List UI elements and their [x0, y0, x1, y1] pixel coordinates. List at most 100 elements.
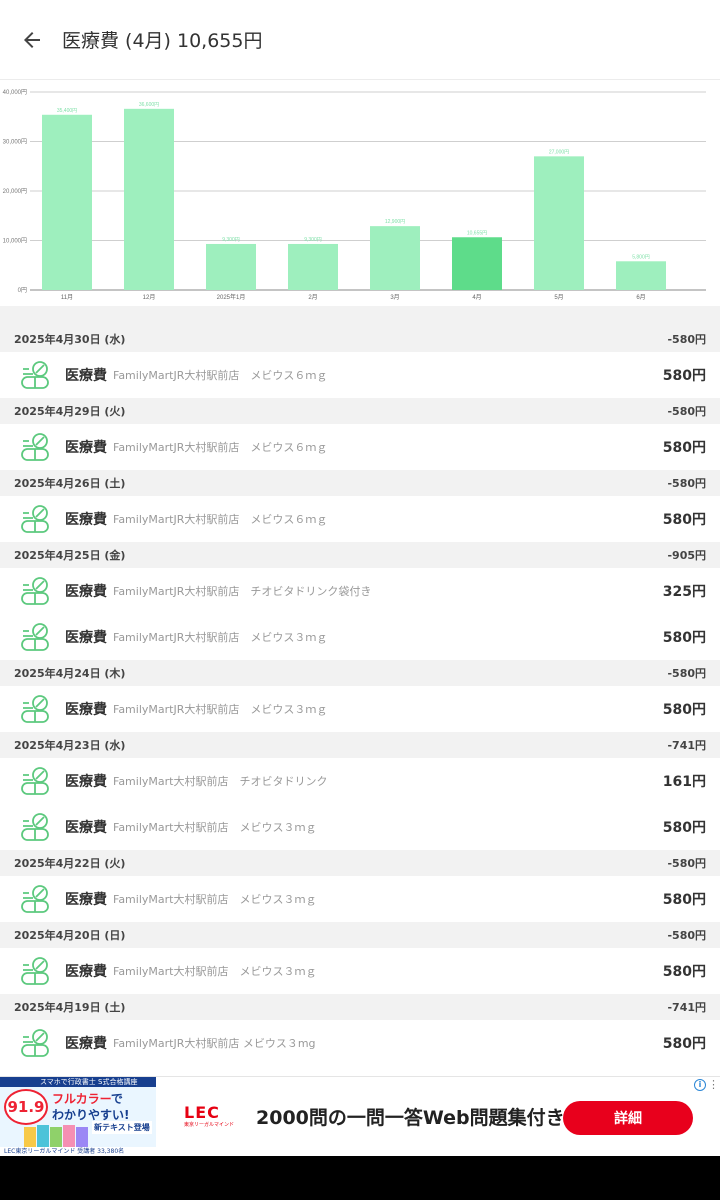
bar-1 — [124, 108, 174, 290]
amount: 580円 — [662, 1036, 706, 1052]
back-button[interactable] — [14, 22, 50, 58]
bar-value-label: 9,300円 — [222, 237, 240, 243]
transaction-row[interactable]: 医療費 FamilyMartJR大村駅前店 メビウス６ｍｇ 580円 — [0, 352, 720, 398]
day-header: 2025年4月20日 (日) -580円 — [0, 922, 720, 948]
system-navigation-bar — [0, 1156, 720, 1200]
day-date: 2025年4月24日 (木) — [14, 667, 126, 680]
pill-icon — [20, 504, 50, 534]
day-date: 2025年4月22日 (火) — [14, 857, 126, 870]
monthly-bar-chart: 0円 10,000円 20,000円 30,000円 40,000円 35,400円 11月… — [0, 80, 720, 306]
info-icon[interactable]: i — [694, 1079, 706, 1091]
transaction-row[interactable]: 医療費 FamilyMartJR大村駅前店 チオビタドリンク袋付き 325円 — [0, 568, 720, 614]
amount: 161円 — [662, 774, 706, 790]
day-header: 2025年4月22日 (火) -580円 — [0, 850, 720, 876]
transaction-row[interactable]: 医療費 FamilyMartJR大村駅前店 メビウス３ｍｇ 580円 — [0, 614, 720, 660]
bar-value-label: 12,900円 — [385, 219, 405, 225]
bar-7 — [616, 261, 666, 290]
bar-6 — [534, 156, 584, 290]
x-tick-label: 5月 — [554, 294, 563, 301]
category-label: 医療費 — [65, 440, 107, 456]
day-total: -580円 — [667, 929, 706, 942]
ad-catch-line2: わかりやすい! — [52, 1108, 130, 1122]
day-header: 2025年4月19日 (土) -741円 — [0, 994, 720, 1020]
ad-textbook-image — [24, 1125, 88, 1147]
category-label: 医療費 — [65, 630, 107, 646]
ad-catch-particle: で — [110, 1092, 123, 1106]
ad-logo-sub: 東京リーガルマインド — [184, 1122, 235, 1128]
ad-logo: LEC 東京リーガルマインド — [184, 1103, 235, 1129]
transaction-row[interactable]: 医療費 FamilyMart大村駅前店 メビウス３ｍｇ 580円 — [0, 948, 720, 994]
transaction-row[interactable]: 医療費 FamilyMartJR大村駅前店 メビウス６ｍｇ 580円 — [0, 424, 720, 470]
ad-thumb-rate: 91.9 — [4, 1089, 48, 1125]
day-header: 2025年4月23日 (水) -741円 — [0, 732, 720, 758]
bar-value-label: 5,800円 — [632, 254, 650, 260]
y-tick-label: 10,000円 — [3, 238, 27, 245]
pill-icon — [20, 432, 50, 462]
bar-value-label: 27,000円 — [549, 149, 569, 155]
y-tick-label: 30,000円 — [3, 139, 27, 146]
category-label: 医療費 — [65, 1036, 107, 1052]
ad-thumb-catch: フルカラーで わかりやすい! — [52, 1091, 129, 1123]
bar-value-label: 10,655円 — [467, 230, 487, 236]
amount: 580円 — [662, 892, 706, 908]
transaction-row[interactable]: 医療費 FamilyMart大村駅前店 チオビタドリンク 161円 — [0, 758, 720, 804]
arrow-left-icon — [24, 31, 40, 48]
day-header: 2025年4月24日 (木) -580円 — [0, 660, 720, 686]
day-header: 2025年4月30日 (水) -580円 — [0, 326, 720, 352]
day-total: -580円 — [667, 405, 706, 418]
day-total: -580円 — [667, 477, 706, 490]
x-tick-label: 12月 — [143, 294, 156, 301]
transaction-row[interactable]: 医療費 FamilyMartJR大村駅前店 メビウス６ｍｇ 580円 — [0, 496, 720, 542]
transaction-row[interactable]: 医療費 FamilyMartJR大村駅前店 メビウス３ｍｇ 580円 — [0, 686, 720, 732]
transaction-row[interactable]: 医療費 FamilyMartJR大村駅前店 メビウス３mg 580円 — [0, 1020, 720, 1066]
transaction-row[interactable]: 医療費 FamilyMart大村駅前店 メビウス３ｍｇ 580円 — [0, 804, 720, 850]
amount: 325円 — [662, 584, 706, 600]
amount: 580円 — [662, 440, 706, 456]
pill-icon — [20, 956, 50, 986]
day-header: 2025年4月26日 (土) -580円 — [0, 470, 720, 496]
day-header: 2025年4月29日 (火) -580円 — [0, 398, 720, 424]
day-date: 2025年4月25日 (金) — [14, 549, 126, 562]
day-total: -741円 — [667, 1001, 706, 1014]
bar-4 — [370, 226, 420, 290]
bar-5 — [452, 237, 502, 290]
x-tick-label: 2月 — [308, 294, 317, 301]
x-tick-label: 2025年1月 — [217, 293, 246, 301]
bar-value-label: 36,600円 — [139, 102, 159, 108]
day-date: 2025年4月20日 (日) — [14, 929, 126, 942]
pill-icon — [20, 622, 50, 652]
x-tick-label: 6月 — [636, 294, 645, 301]
memo-text: FamilyMart大村駅前店 メビウス３ｍｇ — [113, 821, 317, 834]
day-total: -741円 — [667, 739, 706, 752]
day-total: -580円 — [667, 857, 706, 870]
bar-3 — [288, 243, 338, 290]
ad-banner[interactable]: スマホで行政書士 S式合格講座 91.9 フルカラーで わかりやすい! 新テキス… — [0, 1076, 720, 1157]
memo-text: FamilyMartJR大村駅前店 メビウス３mg — [113, 1037, 316, 1050]
chart-svg: 0円 10,000円 20,000円 30,000円 40,000円 35,400円 11月… — [3, 89, 706, 301]
pill-icon — [20, 576, 50, 606]
pill-icon — [20, 360, 50, 390]
category-label: 医療費 — [65, 584, 107, 600]
day-date: 2025年4月30日 (水) — [14, 333, 126, 346]
day-date: 2025年4月29日 (火) — [14, 405, 126, 418]
y-tick-label: 0円 — [18, 287, 27, 294]
app-bar: 医療費 (4月) 10,655円 — [0, 0, 720, 80]
ad-rate-value: 91.9 — [7, 1098, 45, 1116]
ad-thumbnail[interactable]: スマホで行政書士 S式合格講座 91.9 フルカラーで わかりやすい! 新テキス… — [0, 1077, 156, 1157]
ad-cta-button[interactable]: 詳細 — [563, 1101, 693, 1135]
category-label: 医療費 — [65, 774, 107, 790]
more-vert-icon[interactable]: ⋮ — [708, 1079, 719, 1091]
ad-thumb-band: スマホで行政書士 S式合格講座 — [0, 1077, 156, 1087]
transaction-list[interactable]: 2025年4月30日 (水) -580円 医療費 FamilyMartJR大村駅前店 … — [0, 306, 720, 1076]
bar-value-label: 9,300円 — [304, 237, 322, 243]
pill-icon — [20, 766, 50, 796]
day-date: 2025年4月23日 (水) — [14, 739, 126, 752]
ad-logo-mark: LEC — [184, 1103, 220, 1122]
transaction-row[interactable]: 医療費 FamilyMart大村駅前店 メビウス３ｍｇ 580円 — [0, 876, 720, 922]
amount: 580円 — [662, 702, 706, 718]
x-tick-label: 11月 — [61, 294, 73, 301]
pill-icon — [20, 1028, 50, 1058]
ad-headline[interactable]: 2000問の一問一答Web問題集付き — [256, 1103, 565, 1130]
memo-text: FamilyMartJR大村駅前店 チオビタドリンク袋付き — [113, 585, 372, 598]
amount: 580円 — [662, 368, 706, 384]
